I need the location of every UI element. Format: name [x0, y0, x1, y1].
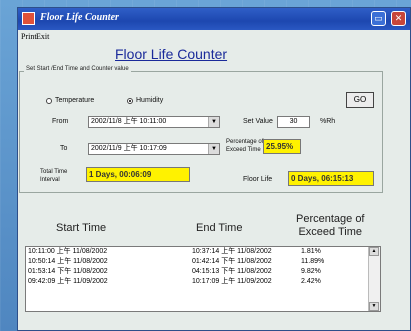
total-time-label-line2: Interval: [40, 177, 60, 183]
percentage-cell: 11.89%: [301, 258, 325, 265]
chevron-down-icon[interactable]: ▼: [208, 117, 219, 127]
start-time-cell: 10:11:00 上午 11/08/2002: [28, 248, 108, 255]
total-time-label-line1: Total Time: [40, 169, 68, 175]
table-row[interactable]: 01:53:14 下午 11/08/2002 04:15:13 下午 11/08…: [26, 267, 380, 277]
app-icon: [22, 12, 35, 25]
percentage-cell: 9.82%: [301, 268, 321, 275]
menu-bar: Print Exit: [18, 30, 410, 44]
percentage-header-line1: Percentage of: [296, 213, 365, 225]
page-title: Floor Life Counter: [115, 46, 228, 62]
set-value-input[interactable]: 30: [277, 116, 310, 128]
set-value-label: Set Value: [243, 118, 273, 125]
temperature-label: Temperature: [55, 97, 95, 104]
menu-exit[interactable]: Exit: [36, 32, 49, 41]
settings-group-label: Set Start /End Time and Counter value: [24, 66, 131, 72]
exceed-label: Percentage of Exceed Time: [226, 138, 263, 154]
humidity-radio[interactable]: [127, 98, 133, 104]
end-time-cell: 10:37:14 上午 11/08/2002: [192, 248, 272, 255]
from-label: From: [52, 118, 69, 125]
end-time-header: End Time: [196, 222, 243, 234]
table-row[interactable]: 10:11:00 上午 11/08/2002 10:37:14 上午 11/08…: [26, 247, 380, 257]
exceed-label-line1: Percentage of: [226, 139, 264, 145]
window-title: Floor Life Counter: [40, 12, 119, 23]
start-time-cell: 01:53:14 下午 11/08/2002: [28, 268, 108, 275]
minimize-button[interactable]: ▭: [371, 11, 386, 26]
floor-life-label: Floor Life: [243, 176, 273, 183]
floor-life-value: 0 Days, 06:15:13: [288, 171, 374, 186]
exceed-label-line2: Exceed Time: [226, 147, 261, 153]
table-row[interactable]: 10:50:14 上午 11/08/2002 01:42:14 下午 11/08…: [26, 257, 380, 267]
scroll-down-icon[interactable]: ▼: [369, 302, 379, 311]
end-time-cell: 04:15:13 下午 11/08/2002: [192, 268, 272, 275]
go-button[interactable]: GO: [346, 92, 374, 108]
total-time-value: 1 Days, 00:06:09: [86, 167, 190, 182]
to-datetime-value: 2002/11/9 上午 10:17:09: [91, 145, 167, 152]
start-time-cell: 09:42:09 上午 11/09/2002: [28, 278, 108, 285]
percentage-header-line2: Exceed Time: [298, 226, 363, 238]
end-time-cell: 01:42:14 下午 11/08/2002: [192, 258, 272, 265]
percentage-header: Percentage of Exceed Time: [296, 213, 365, 239]
chevron-down-icon[interactable]: ▼: [208, 144, 219, 154]
menu-print[interactable]: Print: [21, 32, 37, 41]
set-value-unit: %Rh: [320, 118, 336, 125]
results-list[interactable]: 10:11:00 上午 11/08/2002 10:37:14 上午 11/08…: [25, 246, 381, 312]
end-time-cell: 10:17:09 上午 11/09/2002: [192, 278, 272, 285]
scroll-up-icon[interactable]: ▲: [369, 247, 379, 256]
temperature-radio[interactable]: [46, 98, 52, 104]
percentage-cell: 2.42%: [301, 278, 321, 285]
from-datetime-picker[interactable]: 2002/11/8 上午 10:11:00 ▼: [88, 116, 220, 128]
from-datetime-value: 2002/11/8 上午 10:11:00: [91, 118, 167, 125]
close-button[interactable]: ✕: [391, 11, 406, 26]
start-time-cell: 10:50:14 上午 11/08/2002: [28, 258, 108, 265]
list-scrollbar[interactable]: ▲ ▼: [368, 247, 380, 311]
title-bar[interactable]: Floor Life Counter ▭ ✕: [18, 8, 410, 30]
to-label: To: [60, 145, 68, 152]
total-time-label: Total Time Interval: [40, 168, 67, 184]
to-datetime-picker[interactable]: 2002/11/9 上午 10:17:09 ▼: [88, 143, 220, 155]
table-row[interactable]: 09:42:09 上午 11/09/2002 10:17:09 上午 11/09…: [26, 277, 380, 287]
percentage-cell: 1.81%: [301, 248, 321, 255]
humidity-label: Humidity: [136, 97, 164, 104]
start-time-header: Start Time: [56, 222, 107, 234]
exceed-percentage-value: 25.95%: [263, 139, 301, 154]
